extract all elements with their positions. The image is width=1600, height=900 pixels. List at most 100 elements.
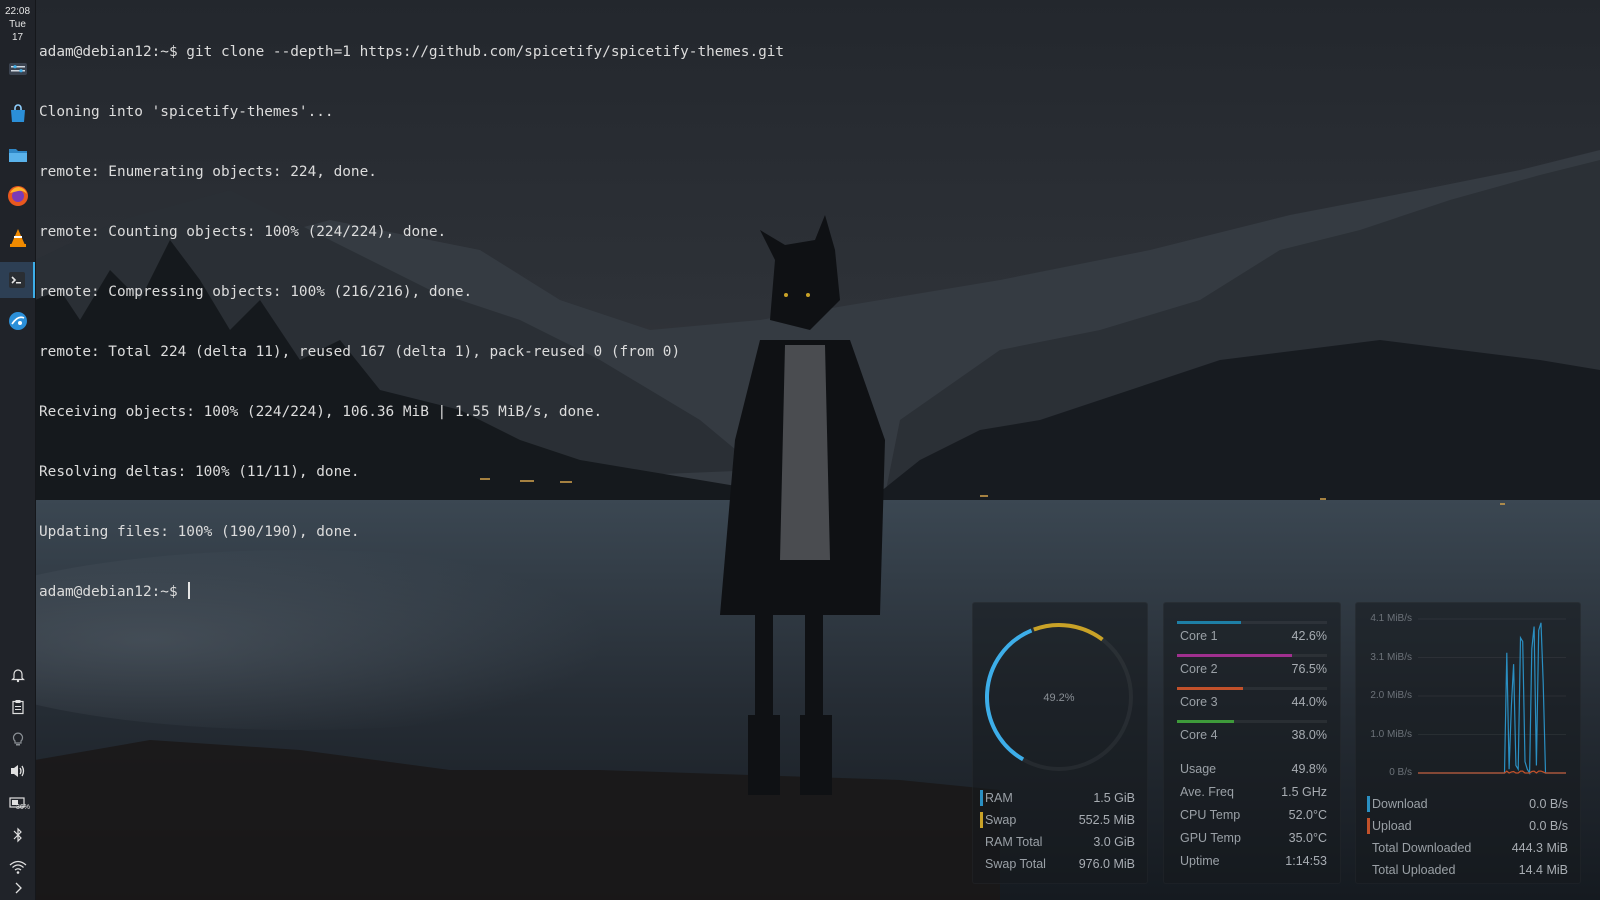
clipboard-icon	[11, 700, 24, 715]
terminal-output[interactable]: adam@debian12:~$ git clone --depth=1 htt…	[39, 2, 784, 622]
cpu-core-bar	[1177, 621, 1327, 624]
store-bag-icon	[10, 104, 25, 122]
chevron-right-icon	[15, 882, 22, 894]
cpu-core-bar	[1177, 654, 1327, 657]
memory-gauge-label: 49.2%	[1043, 692, 1074, 704]
launcher-kde-connect[interactable]	[0, 303, 35, 339]
bell-icon	[10, 669, 25, 683]
network-row-label: Total Downloaded	[1372, 841, 1472, 855]
tray-clipboard[interactable]	[0, 694, 35, 720]
bluetooth-icon	[13, 827, 22, 843]
tray-notifications[interactable]	[0, 662, 35, 688]
cpu-stat-label: GPU Temp	[1180, 831, 1241, 845]
network-row-label: Total Uploaded	[1372, 863, 1456, 877]
tray-volume[interactable]	[0, 758, 35, 784]
folder-icon	[8, 149, 27, 162]
launcher-discover[interactable]	[0, 96, 35, 132]
launcher-firefox[interactable]	[0, 178, 35, 214]
memory-row-label: RAM Total	[985, 835, 1043, 849]
cpu-core-label: Core 2	[1180, 662, 1218, 676]
network-series-upload	[1418, 770, 1566, 774]
cpu-stat-value: 1:14:53	[1285, 854, 1327, 868]
cpu-core-value: 38.0%	[1291, 728, 1327, 742]
terminal-line: Resolving deltas: 100% (11/11), done.	[39, 464, 360, 480]
cpu-stat-label: CPU Temp	[1180, 808, 1241, 822]
memory-row-swap-total: Swap Total 976.0 MiB	[985, 855, 1135, 873]
memory-row-label: Swap	[985, 813, 1017, 827]
cpu-widget: Core 1 42.6% Core 2 76.5% Core 3 44.0% Core 4 3…	[1163, 602, 1341, 884]
tray-expand[interactable]	[0, 878, 35, 898]
memory-row-value: 552.5 MiB	[1078, 813, 1135, 827]
cpu-core-bar-fill	[1177, 654, 1292, 657]
tray-network[interactable]	[0, 854, 35, 880]
network-row-label: Download	[1372, 797, 1428, 811]
network-chart-plot	[1418, 618, 1566, 776]
network-row-upload: Upload 0.0 B/s	[1367, 817, 1568, 835]
memory-gauge-swap-arc	[1033, 623, 1104, 642]
vlc-cone-icon	[9, 229, 26, 247]
cpu-stat-uptime: Uptime 1:14:53	[1180, 852, 1327, 870]
launcher-vlc[interactable]	[0, 220, 35, 256]
digital-clock[interactable]: 22:08 Tue 17	[0, 0, 35, 44]
network-row-value: 0.0 B/s	[1529, 819, 1568, 833]
cpu-stat-value: 49.8%	[1291, 762, 1327, 776]
cpu-core-bar-fill	[1177, 720, 1234, 723]
cpu-core-label: Core 4	[1180, 728, 1218, 742]
upload-swatch	[1367, 818, 1370, 834]
launcher-dolphin[interactable]	[0, 137, 35, 173]
tray-battery[interactable]: 36%	[0, 790, 35, 816]
network-row-value: 0.0 B/s	[1529, 797, 1568, 811]
clock-date: 17	[11, 32, 24, 43]
tray-night-light[interactable]	[0, 726, 35, 752]
terminal-prompt-line[interactable]: adam@debian12:~$	[39, 582, 784, 602]
cpu-core-2: Core 2 76.5%	[1177, 654, 1327, 684]
cpu-core-label: Core 1	[1180, 629, 1218, 643]
cpu-core-value: 42.6%	[1291, 629, 1327, 643]
tray-bluetooth[interactable]	[0, 822, 35, 848]
cpu-core-value: 76.5%	[1291, 662, 1327, 676]
network-row-value: 444.3 MiB	[1511, 841, 1568, 855]
memory-row-value: 3.0 GiB	[1093, 835, 1135, 849]
download-swatch	[1367, 796, 1370, 812]
cpu-stat-label: Ave. Freq	[1180, 785, 1234, 799]
network-widget: 4.1 MiB/s 3.1 MiB/s 2.0 MiB/s 1.0 MiB/s 0 B/…	[1355, 602, 1581, 884]
terminal-line: remote: Enumerating objects: 224, done.	[39, 164, 377, 180]
cpu-stat-value: 52.0°C	[1288, 808, 1327, 822]
terminal-line: remote: Counting objects: 100% (224/224)…	[39, 224, 447, 240]
cpu-core-bar	[1177, 687, 1327, 690]
cpu-stat-gpu-temp: GPU Temp 35.0°C	[1180, 829, 1327, 847]
cpu-stat-value: 35.0°C	[1288, 831, 1327, 845]
settings-sliders-icon	[8, 63, 27, 75]
launcher-konsole[interactable]	[0, 262, 35, 298]
terminal-line: remote: Total 224 (delta 11), reused 167…	[39, 344, 681, 360]
network-row-label: Upload	[1372, 819, 1412, 833]
terminal-prompt: adam@debian12:~$	[39, 584, 187, 600]
network-row-download: Download 0.0 B/s	[1367, 795, 1568, 813]
terminal-line: remote: Compressing objects: 100% (216/2…	[39, 284, 473, 300]
ram-swatch	[980, 790, 983, 806]
network-chart: 4.1 MiB/s 3.1 MiB/s 2.0 MiB/s 1.0 MiB/s 0 B/…	[1360, 609, 1574, 779]
text-cursor	[188, 582, 191, 599]
cpu-stat-label: Uptime	[1180, 854, 1220, 868]
terminal-line: Updating files: 100% (190/190), done.	[39, 524, 360, 540]
memory-row-ram-total: RAM Total 3.0 GiB	[985, 833, 1135, 851]
cpu-stat-usage: Usage 49.8%	[1180, 760, 1327, 778]
wifi-icon	[9, 860, 26, 874]
speaker-icon	[10, 765, 24, 777]
swap-swatch	[980, 812, 983, 828]
left-panel: 22:08 Tue 17 36%	[0, 0, 36, 900]
memory-row-ram: RAM 1.5 GiB	[980, 789, 1135, 807]
memory-row-value: 1.5 GiB	[1093, 791, 1135, 805]
memory-gauge: 49.2%	[985, 623, 1133, 771]
launcher-system-settings[interactable]	[0, 51, 35, 87]
memory-row-swap: Swap 552.5 MiB	[980, 811, 1135, 829]
cpu-core-bar-fill	[1177, 621, 1241, 624]
network-row-value: 14.4 MiB	[1518, 863, 1568, 877]
cpu-stat-cpu-temp: CPU Temp 52.0°C	[1180, 806, 1327, 824]
memory-row-label: RAM	[985, 791, 1013, 805]
clock-day: Tue	[9, 19, 26, 30]
terminal-line: Cloning into 'spicetify-themes'...	[39, 104, 334, 120]
terminal-line: Receiving objects: 100% (224/224), 106.3…	[39, 404, 603, 420]
cpu-stat-value: 1.5 GHz	[1281, 785, 1327, 799]
memory-widget: 49.2% RAM 1.5 GiB Swap 552.5 MiB RAM Tot…	[972, 602, 1148, 884]
